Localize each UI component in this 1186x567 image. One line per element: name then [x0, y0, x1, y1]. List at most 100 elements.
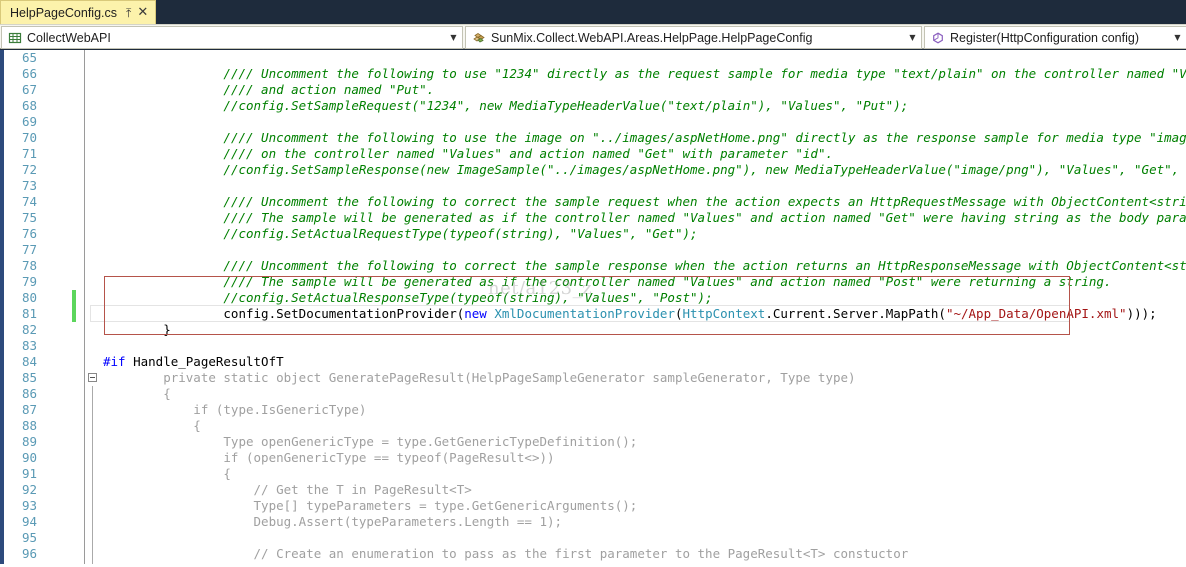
- line-number: 69: [22, 114, 38, 129]
- line-number: 68: [22, 98, 38, 113]
- code-line[interactable]: 69: [0, 114, 1186, 130]
- line-number: 80: [22, 290, 38, 305]
- code-line[interactable]: 81 config.SetDocumentationProvider(new X…: [0, 306, 1186, 322]
- editor-tab-strip: HelpPageConfig.cs ⤒ ✕: [0, 0, 1186, 24]
- fold-guide: [88, 498, 98, 514]
- code-line[interactable]: 65: [0, 50, 1186, 66]
- code-line[interactable]: 92 // Get the T in PageResult<T>: [0, 482, 1186, 498]
- change-bar: [72, 306, 76, 322]
- line-number: 83: [22, 338, 38, 353]
- code-line[interactable]: 74 //// Uncomment the following to corre…: [0, 194, 1186, 210]
- fold-guide: [88, 434, 98, 450]
- line-number: 73: [22, 178, 38, 193]
- code-line[interactable]: 88 {: [0, 418, 1186, 434]
- code-line[interactable]: 70 //// Uncomment the following to use t…: [0, 130, 1186, 146]
- code-text: //// Uncomment the following to correct …: [223, 194, 1186, 209]
- code-line[interactable]: 96 // Create an enumeration to pass as t…: [0, 546, 1186, 562]
- line-number: 77: [22, 242, 38, 257]
- code-text: //// The sample will be generated as if …: [223, 210, 1186, 225]
- line-number: 75: [22, 210, 38, 225]
- code-line[interactable]: 72 //config.SetSampleResponse(new ImageS…: [0, 162, 1186, 178]
- line-number: 95: [22, 530, 38, 545]
- line-number: 96: [22, 546, 38, 561]
- tab-title: HelpPageConfig.cs: [10, 5, 118, 20]
- line-number: 94: [22, 514, 38, 529]
- chevron-down-icon[interactable]: ▼: [1172, 33, 1186, 42]
- line-number: 79: [22, 274, 38, 289]
- code-text: Debug.Assert(typeParameters.Length == 1)…: [103, 514, 563, 529]
- fold-guide: [88, 386, 98, 402]
- fold-guide: [88, 466, 98, 482]
- code-line[interactable]: 94 Debug.Assert(typeParameters.Length ==…: [0, 514, 1186, 530]
- code-line[interactable]: 82 }: [0, 322, 1186, 338]
- code-line[interactable]: 95: [0, 530, 1186, 546]
- line-number: 65: [22, 50, 38, 65]
- code-text: //// Uncomment the following to use the …: [223, 130, 1186, 145]
- code-text: #if Handle_PageResultOfT: [103, 354, 284, 369]
- line-number: 91: [22, 466, 38, 481]
- line-number: 88: [22, 418, 38, 433]
- fold-guide: [88, 482, 98, 498]
- code-text: //config.SetSampleResponse(new ImageSamp…: [223, 162, 1186, 177]
- code-line[interactable]: 71 //// on the controller named "Values"…: [0, 146, 1186, 162]
- line-number: 66: [22, 66, 38, 81]
- line-number: 74: [22, 194, 38, 209]
- code-line[interactable]: 83: [0, 338, 1186, 354]
- code-text: {: [103, 466, 231, 481]
- code-text: Type openGenericType = type.GetGenericTy…: [103, 434, 638, 449]
- code-line[interactable]: 77: [0, 242, 1186, 258]
- line-number: 72: [22, 162, 38, 177]
- code-line[interactable]: 68 //config.SetSampleRequest("1234", new…: [0, 98, 1186, 114]
- line-number: 78: [22, 258, 38, 273]
- code-text: //// Uncomment the following to use "123…: [223, 66, 1186, 81]
- code-line[interactable]: 67 //// and action named "Put".: [0, 82, 1186, 98]
- code-text: //config.SetSampleRequest("1234", new Me…: [223, 98, 909, 113]
- code-line[interactable]: 85 private static object GeneratePageRes…: [0, 370, 1186, 386]
- code-text: //config.SetActualRequestType(typeof(str…: [223, 226, 698, 241]
- pin-icon[interactable]: ⤒: [126, 7, 137, 19]
- navigation-bar: CollectWebAPI ▼ SunMix.Collect.WebAPI.Ar…: [0, 24, 1186, 49]
- line-number: 86: [22, 386, 38, 401]
- line-number: 90: [22, 450, 38, 465]
- line-number: 82: [22, 322, 38, 337]
- project-dropdown[interactable]: CollectWebAPI ▼: [1, 26, 463, 49]
- code-text: Type[] typeParameters = type.GetGenericA…: [103, 498, 638, 513]
- project-icon: [6, 30, 24, 46]
- code-text: // Create an enumeration to pass as the …: [103, 546, 909, 561]
- code-line[interactable]: 73: [0, 178, 1186, 194]
- fold-toggle-icon[interactable]: [88, 370, 98, 386]
- code-line[interactable]: 80 //config.SetActualResponseType(typeof…: [0, 290, 1186, 306]
- code-text: //// and action named "Put".: [223, 82, 435, 97]
- code-line[interactable]: 84 #if Handle_PageResultOfT: [0, 354, 1186, 370]
- chevron-down-icon[interactable]: ▼: [907, 33, 921, 42]
- code-line[interactable]: 87 if (type.IsGenericType): [0, 402, 1186, 418]
- code-text: config.SetDocumentationProvider(new XmlD…: [103, 306, 1157, 321]
- line-number: 81: [22, 306, 38, 321]
- code-line[interactable]: 91 {: [0, 466, 1186, 482]
- code-line[interactable]: 90 if (openGenericType == typeof(PageRes…: [0, 450, 1186, 466]
- code-line[interactable]: 76 //config.SetActualRequestType(typeof(…: [0, 226, 1186, 242]
- visual-studio-window: HelpPageConfig.cs ⤒ ✕ CollectWebAPI ▼ Su…: [0, 0, 1186, 567]
- code-line[interactable]: 79 //// The sample will be generated as …: [0, 274, 1186, 290]
- type-dropdown[interactable]: SunMix.Collect.WebAPI.Areas.HelpPage.Hel…: [465, 26, 922, 49]
- fold-guide: [88, 546, 98, 562]
- close-icon[interactable]: ✕: [137, 6, 148, 19]
- code-line[interactable]: 86 {: [0, 386, 1186, 402]
- chevron-down-icon[interactable]: ▼: [448, 33, 462, 42]
- code-line[interactable]: 66 //// Uncomment the following to use "…: [0, 66, 1186, 82]
- member-dropdown-label: Register(HttpConfiguration config): [950, 30, 1139, 45]
- code-line[interactable]: 78 //// Uncomment the following to corre…: [0, 258, 1186, 274]
- method-icon: [929, 30, 947, 46]
- fold-guide: [88, 402, 98, 418]
- class-icon: [470, 30, 488, 46]
- code-editor[interactable]: 65 66 //// Uncomment the following to use…: [0, 50, 1186, 567]
- member-dropdown[interactable]: Register(HttpConfiguration config) ▼: [924, 26, 1186, 49]
- fold-guide: [88, 530, 98, 546]
- code-line[interactable]: 93 Type[] typeParameters = type.GetGener…: [0, 498, 1186, 514]
- line-number: 71: [22, 146, 38, 161]
- editor-tab-helppageconfig[interactable]: HelpPageConfig.cs ⤒ ✕: [0, 0, 157, 24]
- code-text: {: [103, 386, 171, 401]
- code-line[interactable]: 89 Type openGenericType = type.GetGeneri…: [0, 434, 1186, 450]
- type-dropdown-label: SunMix.Collect.WebAPI.Areas.HelpPage.Hel…: [491, 30, 813, 45]
- code-line[interactable]: 75 //// The sample will be generated as …: [0, 210, 1186, 226]
